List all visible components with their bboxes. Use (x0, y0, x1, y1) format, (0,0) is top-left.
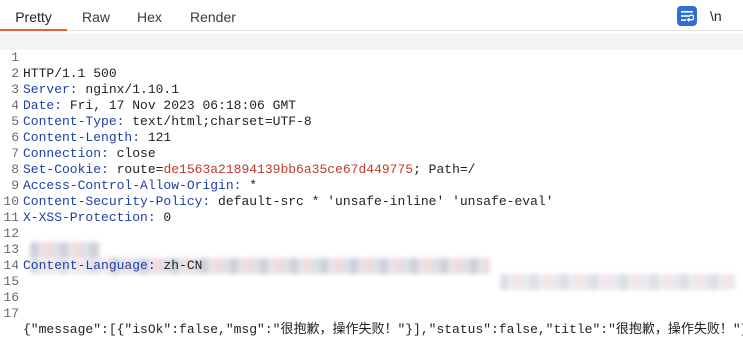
code-line-11: 11 (0, 194, 743, 290)
tab-render[interactable]: Render (190, 0, 236, 31)
line-number: 17 (3, 306, 19, 321)
tab-pretty[interactable]: Pretty (0, 0, 67, 31)
code-line-12: 12 (0, 210, 743, 274)
response-body-json: {"message":[{"isOk":false,"msg":"很抱歉，操作失… (23, 322, 743, 337)
code-line-9: 9 Content-Security-Policy: default-src *… (0, 162, 743, 209)
code-line-13: 13 Content-Language: zh-CN (0, 226, 743, 273)
tab-bar: Pretty Raw Hex Render \n (0, 0, 743, 31)
code-line-8: 8 Access-Control-Allow-Origin: * (0, 146, 743, 193)
code-line-16: 16 (0, 274, 743, 305)
code-line-14: 14 (0, 242, 743, 273)
show-newlines-button[interactable]: \n (710, 6, 722, 26)
code-line-2: 2 Server: nginx/1.10.1 (0, 50, 743, 97)
wrap-lines-icon (681, 11, 694, 22)
code-line-6: 6 Connection: close (0, 114, 743, 161)
code-line-15: 15 (0, 258, 743, 289)
code-line-7: 7 Set-Cookie: route=de1563a21894139bb6a3… (0, 130, 743, 177)
tab-raw[interactable]: Raw (82, 0, 110, 31)
code-line-17: 17 {"message":[{"isOk":false,"msg":"很抱歉，… (0, 290, 743, 337)
code-line-5: 5 Content-Length: 121 (0, 98, 743, 145)
code-line-3: 3 Date: Fri, 17 Nov 2023 06:18:06 GMT (0, 66, 743, 113)
code-line-10: 10 X-XSS-Protection: 0 (0, 178, 743, 225)
wrap-lines-button[interactable] (677, 6, 697, 26)
response-editor[interactable]: 1 HTTP/1.1 500 2 Server: nginx/1.10.1 3 … (0, 33, 743, 350)
code-line-1: 1 HTTP/1.1 500 (0, 34, 743, 81)
code-line-4: 4 Content-Type: text/html;charset=UTF-8 (0, 82, 743, 129)
tab-hex[interactable]: Hex (137, 0, 162, 31)
